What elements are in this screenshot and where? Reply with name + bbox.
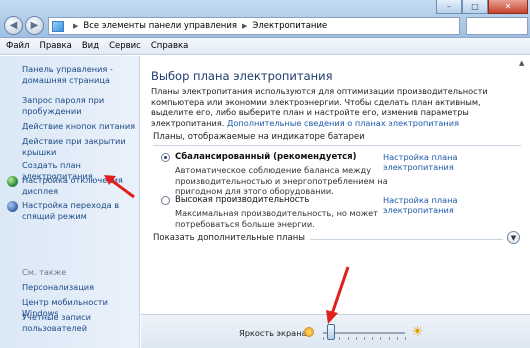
forward-button[interactable]: ▶ [25, 16, 44, 35]
moon-icon [7, 201, 18, 212]
breadcrumb-all-items[interactable]: Все элементы панели управления [83, 21, 237, 31]
slider-tick [364, 337, 365, 340]
search-input[interactable] [466, 17, 528, 35]
intro-more-info-link[interactable]: Дополнительные сведения о планах электро… [227, 118, 459, 128]
intro-text: Планы электропитания используются для оп… [151, 86, 521, 128]
sidebar-link-wake-password[interactable]: Запрос пароля при пробуждении [22, 95, 138, 116]
plan-high-performance-desc: Максимальная производительность, но може… [175, 208, 378, 229]
scroll-up-icon[interactable]: ▲ [519, 59, 528, 68]
slider-tick [396, 337, 398, 340]
brightness-low-icon [305, 328, 313, 336]
control-panel-icon [52, 20, 64, 32]
slider-tick [347, 337, 349, 340]
menu-file[interactable]: Файл [6, 41, 29, 51]
see-also-user-accounts[interactable]: Учетные записи пользователей [22, 312, 138, 333]
menu-help[interactable]: Справка [151, 41, 188, 51]
divider [310, 239, 503, 240]
breadcrumb-separator-icon: ▶ [73, 22, 79, 30]
plan-balanced-name[interactable]: Сбалансированный (рекомендуется) [175, 152, 357, 162]
window-controls: – □ ✕ [436, 0, 528, 14]
show-more-plans-label[interactable]: Показать дополнительные планы [153, 233, 305, 243]
slider-tick [372, 337, 374, 340]
breadcrumb-separator-icon: ▶ [242, 22, 248, 30]
address-bar[interactable]: ▶ Все элементы панели управления ▶ Элект… [48, 17, 460, 35]
sidebar-link-power-buttons[interactable]: Действие кнопок питания [22, 121, 138, 132]
menu-tools[interactable]: Сервис [109, 41, 141, 51]
slider-tick [339, 337, 341, 340]
plan-high-performance-name[interactable]: Высокая производительность [175, 195, 309, 205]
see-also-personalization[interactable]: Персонализация [22, 282, 138, 293]
plan-high-performance-radio[interactable] [161, 196, 170, 205]
back-button[interactable]: ◀ [4, 16, 23, 35]
expand-more-plans-button[interactable]: ▼ [507, 231, 520, 244]
annotation-arrow-sidebar [104, 175, 135, 199]
title-bar: – □ ✕ ◀ ▶ ▶ Все элементы панели управлен… [0, 0, 530, 38]
slider-tick [388, 337, 390, 340]
minimize-button[interactable]: – [436, 0, 462, 14]
plan-balanced-desc: Автоматическое соблюдение баланса между … [175, 165, 388, 196]
arrow-left-icon: ◀ [9, 20, 18, 31]
breadcrumb-power[interactable]: Электропитание [252, 21, 327, 31]
brightness-label: Яркость экрана: [239, 328, 310, 338]
brightness-high-icon: ☀ [411, 324, 424, 340]
sidebar: Панель управления - домашняя страница За… [0, 56, 140, 348]
menu-bar: Файл Правка Вид Сервис Справка [0, 38, 530, 55]
brightness-slider-track[interactable] [323, 332, 405, 334]
sidebar-link-home[interactable]: Панель управления - домашняя страница [22, 64, 138, 85]
page-title: Выбор плана электропитания [151, 69, 333, 83]
chevron-down-icon: ▼ [510, 233, 517, 242]
see-also-label: См. также [22, 267, 67, 277]
close-button[interactable]: ✕ [488, 0, 528, 14]
slider-tick [355, 337, 357, 340]
sidebar-link-lid-close[interactable]: Действие при закрытии крышки [22, 136, 138, 157]
maximize-button[interactable]: □ [462, 0, 488, 14]
annotation-arrow-brightness [326, 266, 350, 324]
slider-tick [323, 337, 324, 340]
slider-tick [405, 337, 406, 340]
slider-tick [380, 337, 382, 340]
menu-view[interactable]: Вид [82, 41, 99, 51]
arrow-right-icon: ▶ [30, 20, 39, 31]
sidebar-link-sleep[interactable]: Настройка перехода в спящий режим [22, 200, 138, 221]
plans-header: Планы, отображаемые на индикаторе батаре… [153, 132, 365, 142]
divider [153, 145, 521, 146]
globe-icon [7, 176, 18, 187]
menu-edit[interactable]: Правка [39, 41, 71, 51]
plan-balanced-radio[interactable] [161, 153, 170, 162]
